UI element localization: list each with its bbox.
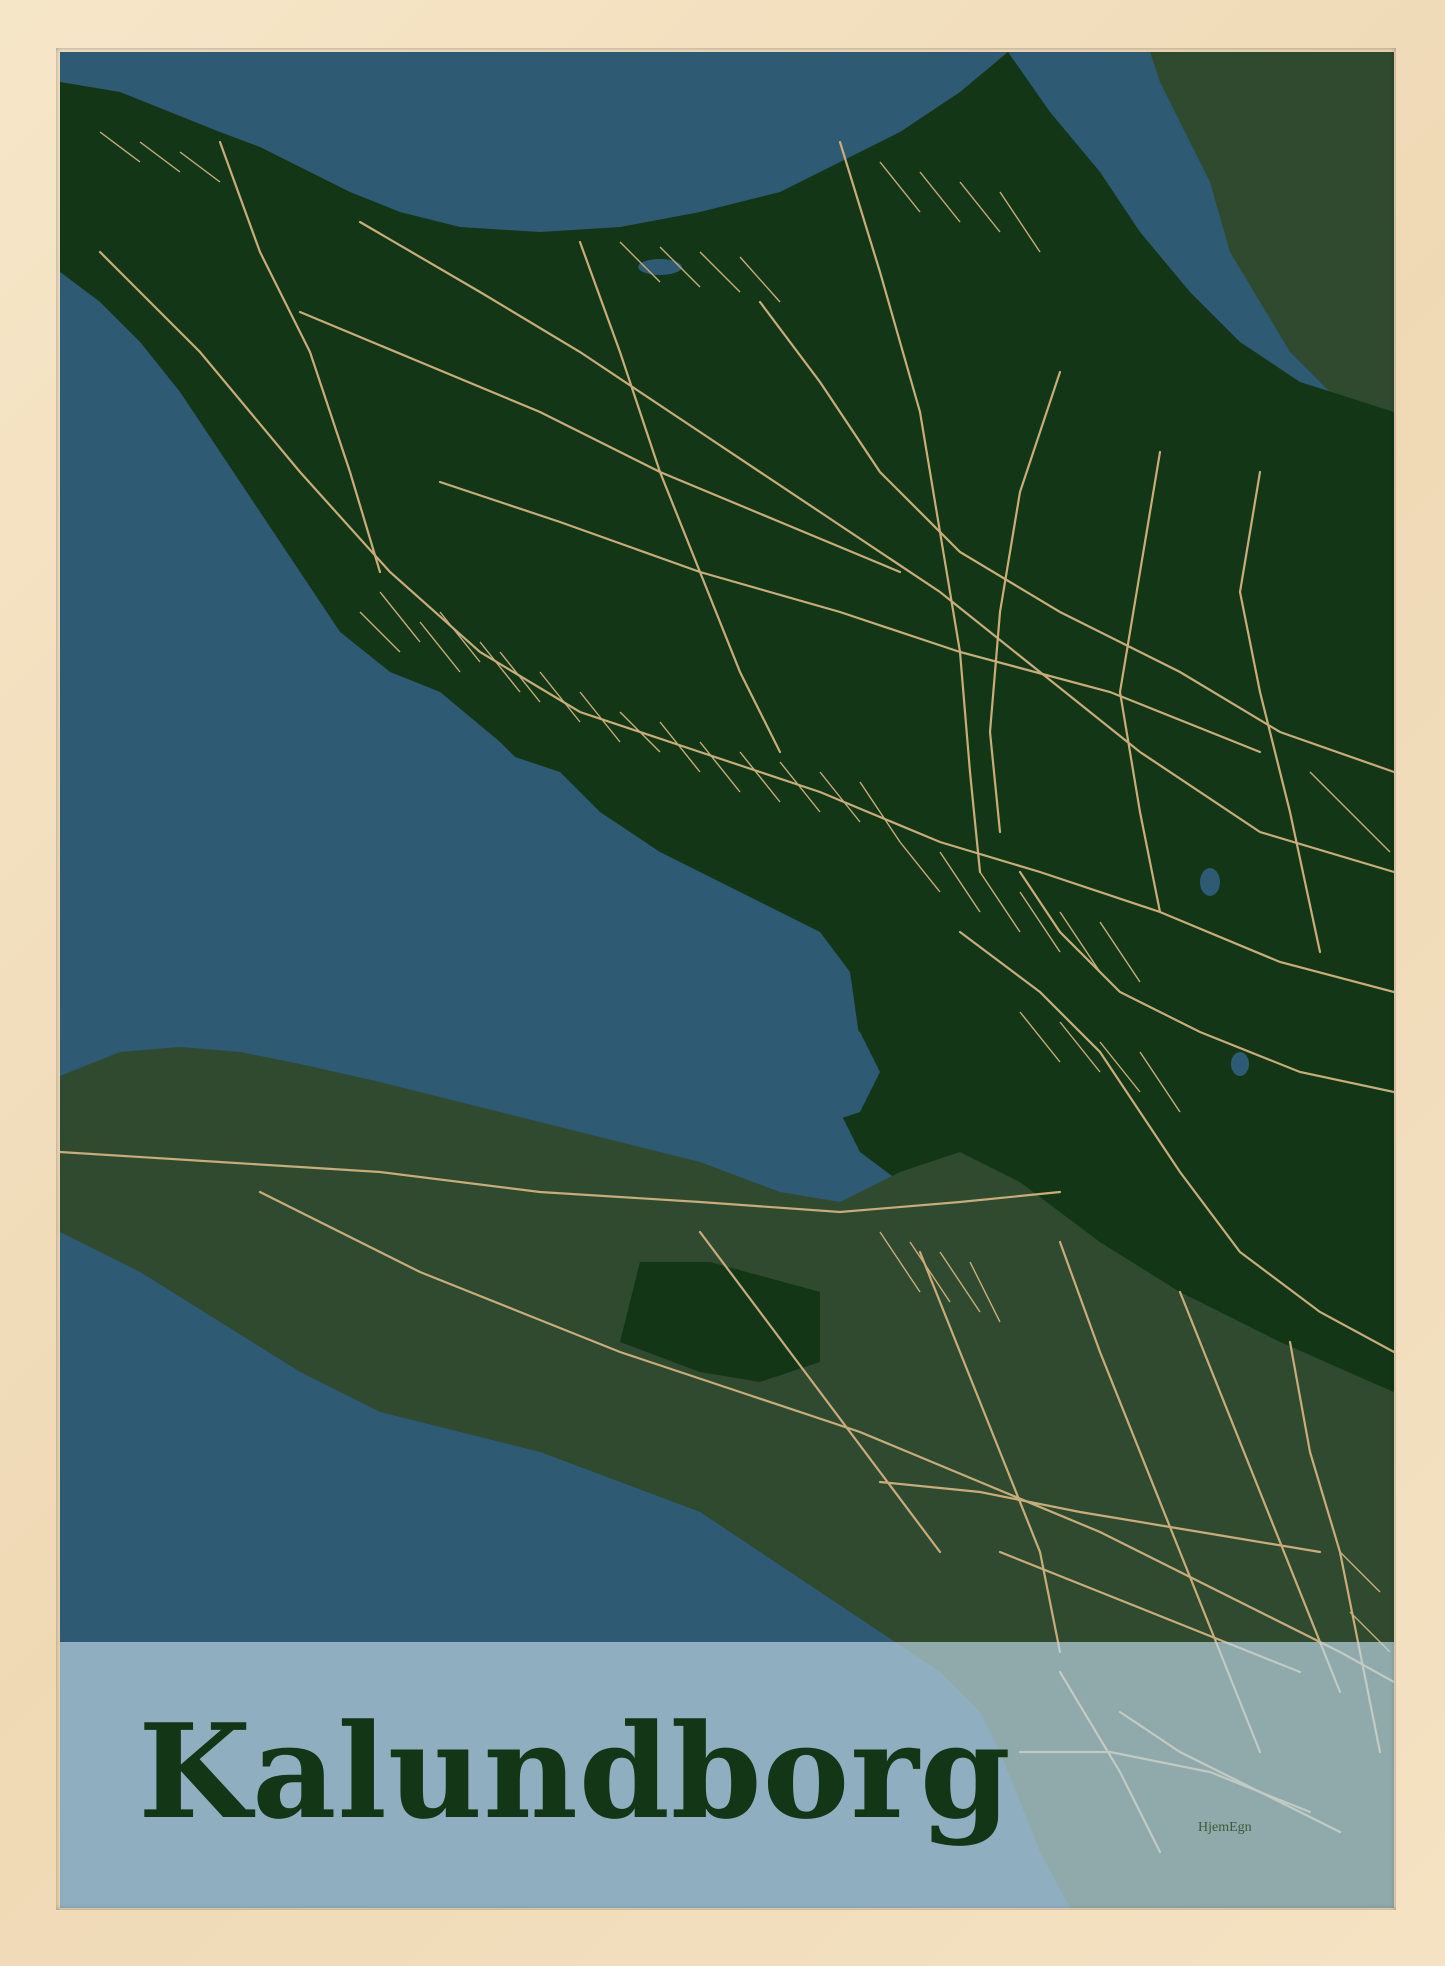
lake [1200, 868, 1220, 896]
map-svg [60, 52, 1394, 1908]
poster-title: Kalundborg [138, 1695, 1012, 1848]
map-area: Kalundborg HjemEgn [60, 52, 1394, 1908]
brand-mark: HjemEgn [1198, 1820, 1252, 1835]
lake [1231, 1052, 1249, 1076]
